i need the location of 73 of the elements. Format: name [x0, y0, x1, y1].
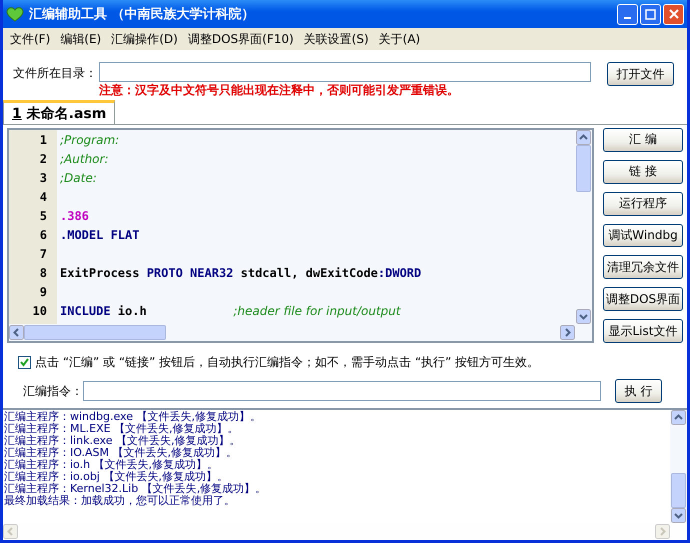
log-line: 汇编主程序：Kernel32.Lib 【文件丢失,修复成功】。	[4, 483, 268, 495]
line-number: 9	[38, 284, 48, 301]
code-token: :DWORD	[378, 266, 422, 280]
log-line: 汇编主程序：windbg.exe 【文件丢失,修复成功】。	[4, 411, 262, 423]
action-button[interactable]: 运行程序	[603, 192, 683, 216]
close-button[interactable]	[663, 4, 684, 24]
scroll-down-icon[interactable]	[671, 508, 686, 523]
minimize-icon	[624, 16, 631, 18]
scroll-up-icon[interactable]	[671, 410, 686, 425]
menu-item[interactable]: 调整DOS界面(F10)	[182, 30, 299, 48]
window-title: 汇编辅助工具 （中南民族大学计科院）	[29, 6, 256, 23]
scroll-left-icon[interactable]	[9, 325, 24, 340]
code-token: ;Program:	[60, 133, 120, 147]
menu-item[interactable]: 汇编操作(D)	[106, 30, 183, 48]
maximize-button[interactable]	[640, 4, 661, 24]
action-button[interactable]: 调试Windbg	[603, 224, 683, 248]
scroll-right-icon[interactable]	[560, 325, 575, 340]
vertical-scrollbar[interactable]	[575, 130, 592, 324]
code-token: stdcall, dwExitCode	[240, 266, 378, 280]
menu-item[interactable]: 关联设置(S)	[298, 30, 374, 48]
code-token: ExitProcess	[60, 266, 140, 280]
warning-text: 注意：汉字及中文符号只能出现在注释中，否则可能引发严重错误。	[99, 82, 460, 99]
scroll-thumb[interactable]	[576, 145, 591, 192]
code-token: ;Author:	[60, 152, 108, 166]
log-line: 汇编主程序：IO.ASM 【文件丢失,修复成功】。	[4, 447, 238, 459]
scroll-down-icon[interactable]	[576, 309, 591, 324]
line-number: 4	[38, 189, 48, 206]
code-token: .386	[60, 209, 89, 223]
line-number: 8	[38, 265, 48, 282]
menu-item[interactable]: 编辑(E)	[55, 30, 106, 48]
close-icon	[668, 9, 678, 19]
line-number: 3	[38, 170, 48, 187]
code-token: io.h	[118, 304, 148, 318]
log-line: 汇编主程序：io.h 【文件丢失,修复成功】。	[4, 459, 220, 471]
line-number: 2	[38, 151, 48, 168]
line-number: 7	[38, 246, 48, 263]
action-button[interactable]: 清理冗余文件	[603, 255, 683, 280]
menu-item[interactable]: 文件(F)	[5, 30, 56, 48]
file-tab[interactable]: 1 未命名.asm	[3, 100, 116, 124]
vertical-scrollbar[interactable]	[670, 410, 687, 523]
line-number: 1	[38, 132, 48, 149]
directory-label: 文件所在目录：	[13, 65, 97, 82]
menu-item[interactable]: 关于(A)	[374, 30, 426, 48]
code-editor[interactable]: 1 2 3 4 5 6 7 8 9 10 ;Program: ;Author: ;Date: .386 .MODEL FLAT ExitProcess PROTO NEAR32 stdcall, dwExitCode:DWORD INCLUDE io.h ;header file for input/output	[7, 128, 594, 343]
log-line: 汇编主程序：io.obj 【文件丢失,修复成功】。	[4, 471, 229, 483]
action-button[interactable]: 显示List文件	[603, 319, 683, 344]
directory-field[interactable]	[99, 62, 591, 82]
line-number: 10	[32, 303, 48, 320]
code-token: PROTO NEAR32	[146, 266, 234, 280]
code-token: INCLUDE	[60, 304, 112, 318]
log-line: 汇编主程序：link.exe 【文件丢失,修复成功】。	[4, 435, 242, 447]
scroll-up-icon[interactable]	[576, 130, 591, 145]
execute-button[interactable]: 执 行	[615, 379, 662, 403]
auto-execute-checkbox[interactable]	[18, 356, 31, 368]
scroll-thumb[interactable]	[24, 325, 166, 340]
maximize-icon	[645, 8, 656, 20]
minimize-button[interactable]	[617, 4, 638, 24]
auto-execute-label: 点击 “汇编” 或 “链接” 按钮后，自动执行汇编指令；如不，需手动点击 “执行” 按钮方可生效。	[35, 354, 540, 370]
scroll-thumb[interactable]	[671, 473, 686, 508]
action-button[interactable]: 调整DOS界面	[603, 287, 683, 312]
code-token: .MODEL FLAT	[60, 228, 140, 242]
code-token: ;Date:	[60, 171, 97, 185]
command-field[interactable]	[83, 381, 601, 401]
line-number: 6	[38, 227, 48, 244]
open-file-button[interactable]: 打开文件	[607, 62, 674, 86]
heart-icon	[6, 6, 24, 22]
command-label: 汇编指令：	[23, 382, 83, 400]
log-line: 汇编主程序：ML.EXE 【文件丢失,修复成功】。	[4, 423, 240, 435]
line-number: 5	[38, 208, 48, 225]
log-line: 最终加载结果：加载成功，您可以正常使用了。	[4, 495, 236, 507]
action-button[interactable]: 链 接	[603, 160, 683, 184]
code-token: ;header file for input/output	[233, 304, 401, 318]
action-button[interactable]: 汇 编	[603, 128, 683, 152]
